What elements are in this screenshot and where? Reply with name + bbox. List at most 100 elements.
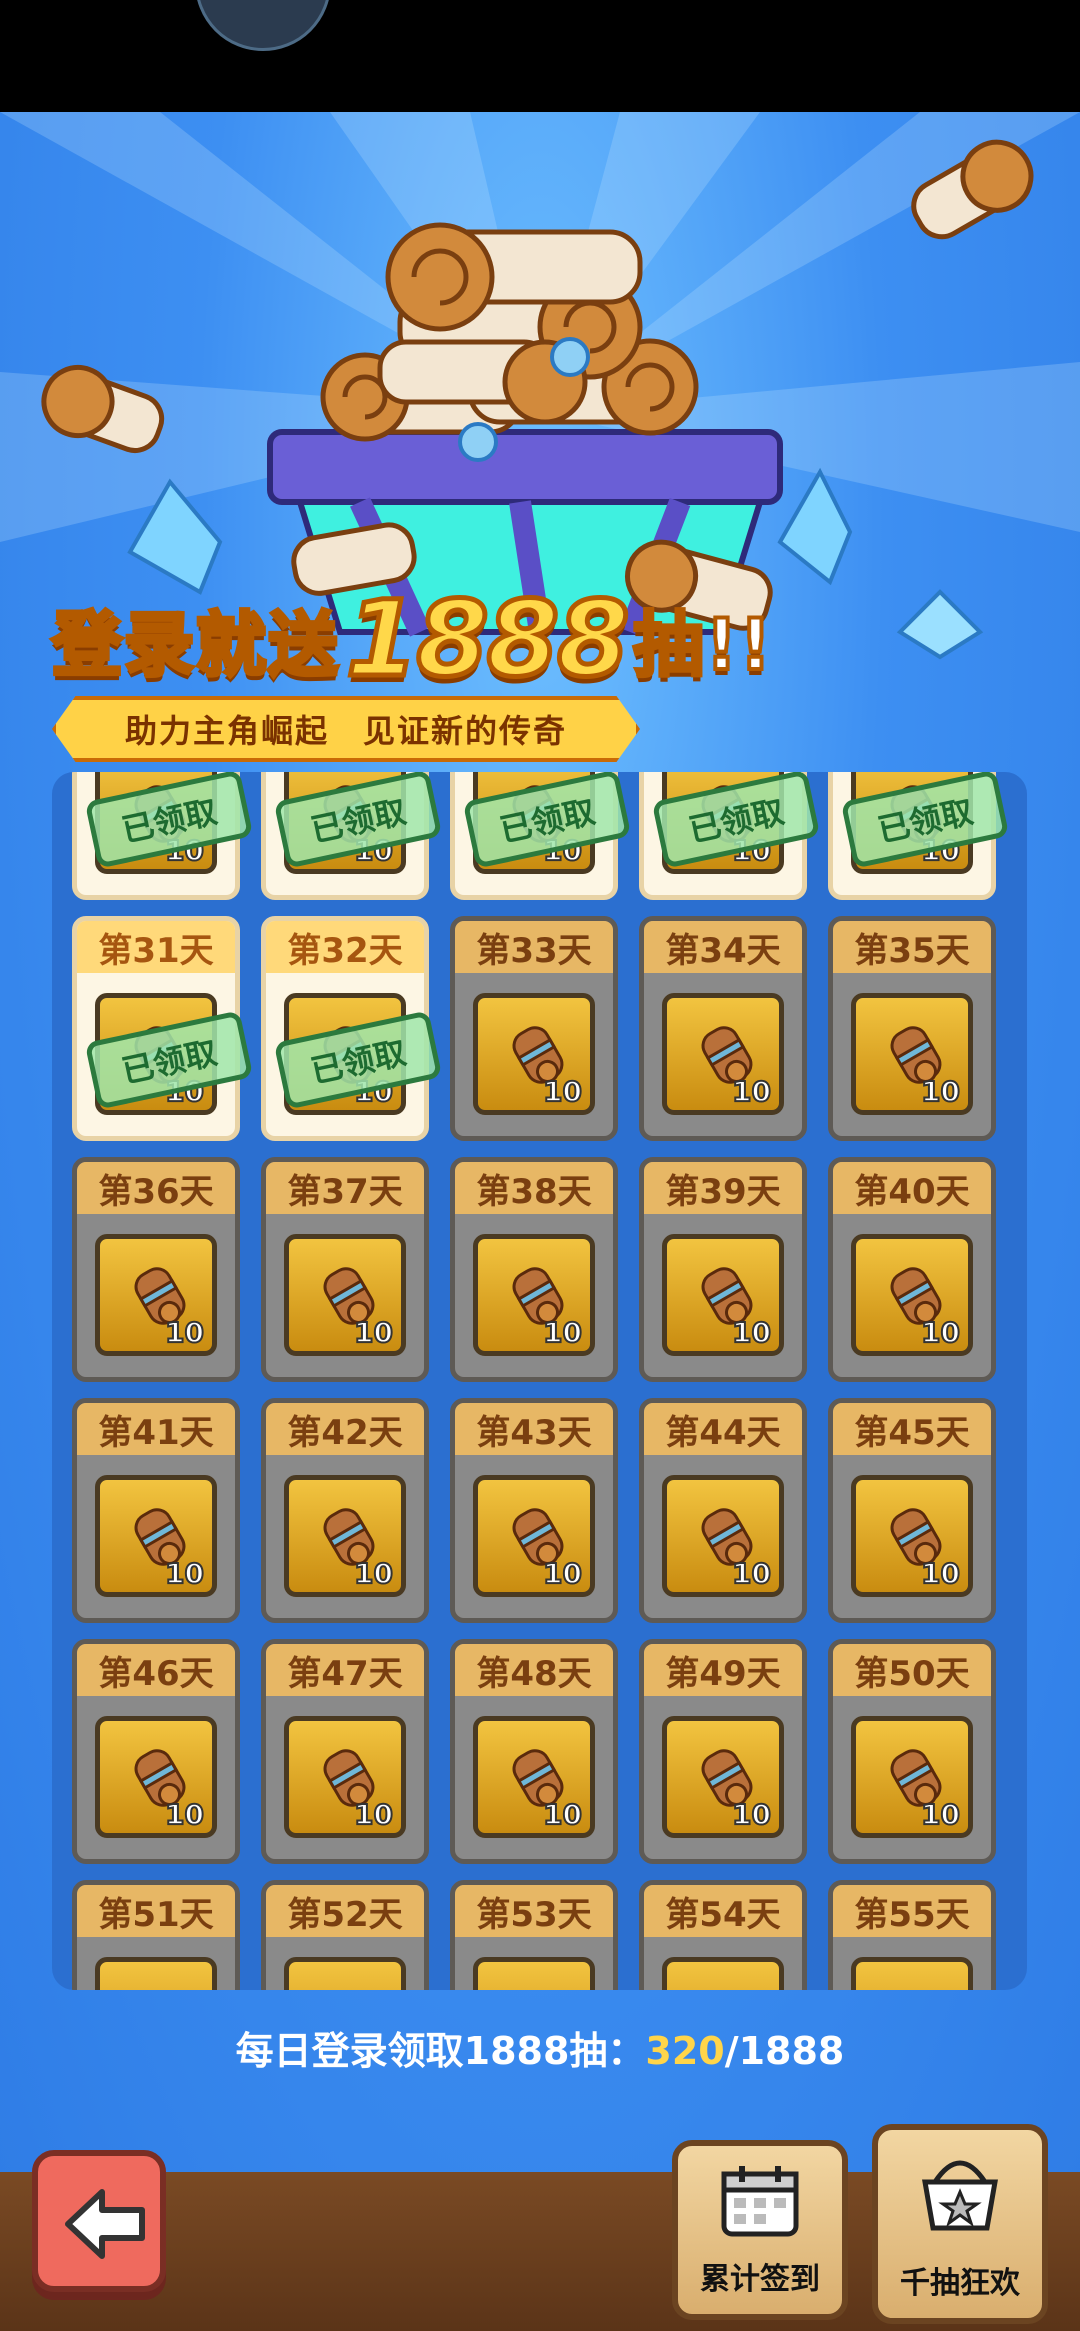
reward-item: 10 已领取 <box>840 772 1010 874</box>
reward-quantity: 10 <box>920 1797 961 1832</box>
reward-day-cell[interactable]: 第34天 10 <box>639 916 807 1141</box>
reward-day-cell[interactable]: 第45天 10 <box>828 1398 996 1623</box>
day-label: 第45天 <box>833 1403 991 1455</box>
reward-day-cell[interactable]: 第48天 10 <box>450 1639 618 1864</box>
cumulative-signin-label: 累计签到 <box>700 2262 820 2297</box>
progress-text: 每日登录领取1888抽：320/1888 <box>0 2020 1080 2075</box>
day-label: 第33天 <box>455 921 613 973</box>
reward-quantity: 10 <box>731 1074 772 1109</box>
avatar[interactable] <box>195 0 331 51</box>
reward-day-cell[interactable]: 第52天 10 <box>261 1880 429 1990</box>
reward-quantity: 10 <box>920 1315 961 1350</box>
reward-item: 10 已领取 <box>84 772 254 874</box>
day-label: 第51天 <box>77 1885 235 1937</box>
reward-grid-panel[interactable]: 10 已领取 10 已领取 10 已领取 10 已领取 10 已领取 第31天 10 已领取 第32天 10… <box>52 772 1027 1990</box>
reward-item: 10 <box>284 1234 406 1356</box>
day-label: 第39天 <box>644 1162 802 1214</box>
reward-day-cell[interactable]: 第43天 10 <box>450 1398 618 1623</box>
reward-day-cell[interactable]: 10 已领取 <box>261 772 443 900</box>
reward-quantity: 10 <box>731 1556 772 1591</box>
day-label: 第46天 <box>77 1644 235 1696</box>
reward-item: 10 已领取 <box>84 993 254 1115</box>
reward-quantity: 10 <box>164 1797 205 1832</box>
reward-quantity: 10 <box>542 1556 583 1591</box>
reward-day-cell[interactable]: 第32天 10 已领取 <box>261 916 443 1141</box>
reward-day-cell[interactable]: 第53天 10 <box>450 1880 618 1990</box>
day-label: 第43天 <box>455 1403 613 1455</box>
banner-title: 登录就送 1888 抽!! 助力主角崛起 见证新的传奇 <box>50 576 792 762</box>
reward-day-cell[interactable]: 第31天 10 已领取 <box>72 916 254 1141</box>
reward-day-cell[interactable]: 第47天 10 <box>261 1639 429 1864</box>
reward-quantity: 10 <box>731 1797 772 1832</box>
reward-item: 10 <box>473 1716 595 1838</box>
reward-day-cell[interactable]: 第40天 10 <box>828 1157 996 1382</box>
reward-day-cell[interactable]: 第54天 10 <box>639 1880 807 1990</box>
reward-day-cell[interactable]: 第42天 10 <box>261 1398 429 1623</box>
reward-day-cell[interactable]: 第44天 10 <box>639 1398 807 1623</box>
reward-item: 10 已领取 <box>273 993 443 1115</box>
thousand-draw-button[interactable]: 千抽狂欢 <box>872 2124 1048 2324</box>
reward-item: 10 <box>95 1957 217 1990</box>
reward-day-cell[interactable]: 10 已领取 <box>72 772 254 900</box>
reward-quantity: 10 <box>731 1315 772 1350</box>
scroll-icon <box>697 1984 757 1990</box>
reward-day-cell[interactable]: 第35天 10 <box>828 916 996 1141</box>
reward-item: 10 <box>95 1716 217 1838</box>
banner-subtitle: 助力主角崛起 见证新的传奇 <box>52 696 640 762</box>
back-button[interactable] <box>32 2150 166 2292</box>
reward-quantity: 10 <box>353 1556 394 1591</box>
day-label: 第38天 <box>455 1162 613 1214</box>
reward-item: 10 <box>662 993 784 1115</box>
reward-day-cell[interactable]: 第39天 10 <box>639 1157 807 1382</box>
day-label: 第35天 <box>833 921 991 973</box>
day-label: 第53天 <box>455 1885 613 1937</box>
reward-day-cell[interactable]: 第33天 10 <box>450 916 618 1141</box>
reward-item: 10 <box>851 1716 973 1838</box>
reward-item: 10 <box>851 1475 973 1597</box>
reward-day-cell[interactable]: 第46天 10 <box>72 1639 240 1864</box>
reward-item: 10 <box>473 1957 595 1990</box>
reward-item: 10 <box>473 1475 595 1597</box>
thousand-draw-label: 千抽狂欢 <box>900 2266 1020 2301</box>
reward-quantity: 10 <box>353 1797 394 1832</box>
reward-item: 10 <box>284 1716 406 1838</box>
reward-day-cell[interactable]: 第38天 10 <box>450 1157 618 1382</box>
reward-item: 10 <box>284 1475 406 1597</box>
reward-item: 10 <box>662 1234 784 1356</box>
reward-quantity: 10 <box>164 1556 205 1591</box>
day-label: 第36天 <box>77 1162 235 1214</box>
reward-item: 10 已领取 <box>651 772 821 874</box>
day-label: 第31天 <box>77 921 235 973</box>
reward-day-cell[interactable]: 第51天 10 <box>72 1880 240 1990</box>
progress-current: 320 <box>645 2029 725 2073</box>
day-label: 第52天 <box>266 1885 424 1937</box>
day-label: 第54天 <box>644 1885 802 1937</box>
day-label: 第37天 <box>266 1162 424 1214</box>
banner-title-number: 1888 <box>343 576 631 703</box>
reward-quantity: 10 <box>920 1556 961 1591</box>
reward-item: 10 <box>851 993 973 1115</box>
reward-day-cell[interactable]: 第41天 10 <box>72 1398 240 1623</box>
reward-item: 10 <box>851 1234 973 1356</box>
reward-day-cell[interactable]: 第36天 10 <box>72 1157 240 1382</box>
reward-quantity: 10 <box>164 1315 205 1350</box>
day-label: 第44天 <box>644 1403 802 1455</box>
reward-day-cell[interactable]: 10 已领取 <box>828 772 1010 900</box>
calendar-icon <box>721 2166 799 2237</box>
reward-item: 10 已领取 <box>462 772 632 874</box>
scroll-icon <box>508 1984 568 1990</box>
cumulative-signin-button[interactable]: 累计签到 <box>672 2140 848 2320</box>
arrow-left-icon <box>65 2189 145 2259</box>
day-label: 第32天 <box>266 921 424 973</box>
reward-item: 10 <box>662 1716 784 1838</box>
reward-day-cell[interactable]: 10 已领取 <box>639 772 821 900</box>
reward-day-cell[interactable]: 第50天 10 <box>828 1639 996 1864</box>
reward-day-cell[interactable]: 第55天 10 <box>828 1880 996 1990</box>
reward-item: 10 <box>473 1234 595 1356</box>
reward-day-cell[interactable]: 10 已领取 <box>450 772 632 900</box>
reward-day-cell[interactable]: 第37天 10 <box>261 1157 429 1382</box>
reward-day-cell[interactable]: 第49天 10 <box>639 1639 807 1864</box>
reward-quantity: 10 <box>542 1315 583 1350</box>
banner-title-prefix: 登录就送 <box>50 602 340 688</box>
reward-grid: 10 已领取 10 已领取 10 已领取 10 已领取 10 已领取 第31天 10 已领取 第32天 10… <box>72 772 1010 1990</box>
